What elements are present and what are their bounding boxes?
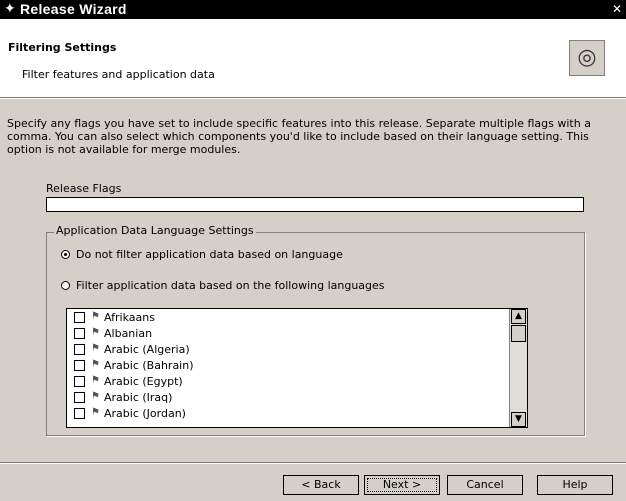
language-flag-icon: ⚑ (91, 359, 100, 370)
language-label: Albanian (104, 326, 153, 340)
header-divider (0, 98, 626, 99)
language-flag-icon: ⚑ (91, 311, 100, 322)
footer-divider-highlight (0, 463, 626, 464)
scroll-up-icon[interactable]: ▲ (511, 309, 526, 324)
title-bar: ✦ Release Wizard ✕ (0, 0, 626, 19)
language-label: Arabic (Algeria) (104, 342, 190, 356)
language-item[interactable]: ⚑ Albanian (67, 325, 509, 341)
language-item[interactable]: ⚑ Arabic (Egypt) (67, 373, 509, 389)
language-item[interactable]: ⚑ Arabic (Iraq) (67, 389, 509, 405)
language-item[interactable]: ⚑ Arabic (Jordan) (67, 405, 509, 421)
language-label: Arabic (Egypt) (104, 374, 183, 388)
language-flag-icon: ⚑ (91, 391, 100, 402)
language-item[interactable]: ⚑ Afrikaans (67, 309, 509, 325)
language-list-scrollbar[interactable]: ▲ ▼ (509, 309, 527, 427)
wizard-cd-icon: ◎ (569, 40, 605, 76)
close-icon[interactable]: ✕ (610, 2, 624, 16)
language-label: Afrikaans (104, 310, 155, 324)
language-flag-icon: ⚑ (91, 327, 100, 338)
radio-no-filter-label[interactable]: Do not filter application data based on … (76, 248, 343, 261)
release-flags-label: Release Flags (46, 182, 122, 195)
language-checkbox[interactable] (74, 327, 85, 339)
language-checkbox[interactable] (74, 391, 85, 403)
language-flag-icon: ⚑ (91, 407, 100, 418)
page-subtitle: Filter features and application data (22, 68, 215, 81)
language-checkbox[interactable] (74, 407, 85, 419)
language-list: ⚑ Afrikaans ⚑ Albanian ⚑ Arabic (Algeria… (67, 309, 509, 427)
language-label: Arabic (Bahrain) (104, 358, 194, 372)
scroll-thumb[interactable] (511, 325, 526, 342)
window-title: Release Wizard (20, 1, 127, 17)
release-wizard-window: ✦ Release Wizard ✕ Filtering Settings Fi… (0, 0, 626, 501)
page-title: Filtering Settings (8, 41, 117, 54)
language-settings-label: Application Data Language Settings (54, 224, 256, 237)
help-button[interactable]: Help (537, 475, 613, 495)
radio-filter-label[interactable]: Filter application data based on the fol… (76, 279, 385, 292)
language-checkbox[interactable] (74, 359, 85, 371)
cancel-button[interactable]: Cancel (447, 475, 523, 495)
scroll-down-icon[interactable]: ▼ (511, 412, 526, 427)
language-label: Arabic (Iraq) (104, 390, 173, 404)
wizard-header: Filtering Settings Filter features and a… (0, 19, 626, 98)
back-button[interactable]: < Back (283, 475, 359, 495)
radio-no-filter[interactable] (61, 249, 70, 259)
language-flag-icon: ⚑ (91, 343, 100, 354)
language-item[interactable]: ⚑ Arabic (Bahrain) (67, 357, 509, 373)
instructions-text: Specify any flags you have set to includ… (7, 117, 591, 156)
language-listbox[interactable]: ⚑ Afrikaans ⚑ Albanian ⚑ Arabic (Algeria… (66, 308, 528, 428)
language-item[interactable]: ⚑ Arabic (Algeria) (67, 341, 509, 357)
language-checkbox[interactable] (74, 311, 85, 323)
wizard-app-icon: ✦ (4, 1, 16, 17)
language-checkbox[interactable] (74, 343, 85, 355)
language-flag-icon: ⚑ (91, 375, 100, 386)
radio-no-filter-row[interactable]: Do not filter application data based on … (61, 247, 343, 261)
language-label: Arabic (Jordan) (104, 406, 186, 420)
language-checkbox[interactable] (74, 375, 85, 387)
radio-filter[interactable] (61, 280, 70, 290)
next-button[interactable]: Next > (364, 475, 440, 495)
radio-filter-row[interactable]: Filter application data based on the fol… (61, 278, 385, 292)
release-flags-input[interactable] (46, 197, 584, 212)
